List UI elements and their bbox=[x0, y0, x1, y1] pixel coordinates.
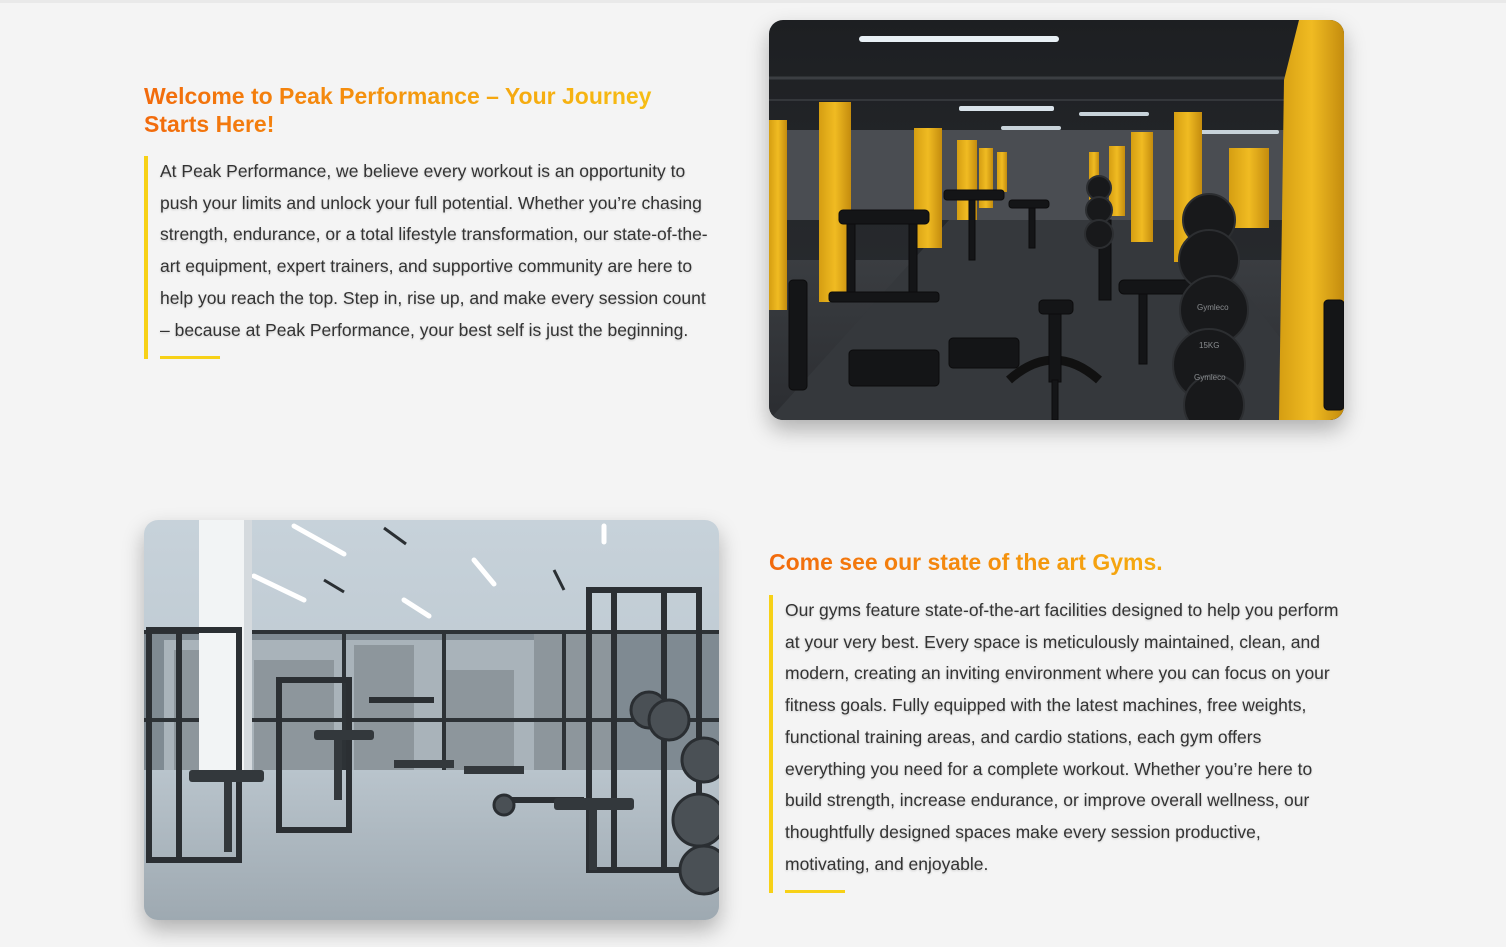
top-divider bbox=[0, 0, 1506, 3]
welcome-paragraph: At Peak Performance, we believe every wo… bbox=[160, 161, 708, 340]
svg-text:15KG: 15KG bbox=[1199, 341, 1219, 350]
svg-text:Gymleco: Gymleco bbox=[1197, 303, 1229, 312]
gyms-paragraph: Our gyms feature state-of-the-art facili… bbox=[785, 600, 1339, 874]
accent-underline bbox=[160, 356, 220, 360]
welcome-text-block: At Peak Performance, we believe every wo… bbox=[144, 156, 716, 360]
gyms-text-block: Our gyms feature state-of-the-art facili… bbox=[769, 595, 1345, 894]
gym-photo-bright-interior bbox=[144, 520, 719, 920]
gyms-section: Come see our state of the art Gyms. Our … bbox=[769, 548, 1349, 894]
welcome-heading: Welcome to Peak Performance – Your Journ… bbox=[144, 82, 704, 138]
gym-photo-dark-interior: Gymleco 15KG Gymleco bbox=[769, 20, 1344, 420]
gyms-heading: Come see our state of the art Gyms. bbox=[769, 548, 1349, 576]
svg-text:Gymleco: Gymleco bbox=[1194, 373, 1226, 382]
welcome-section: Welcome to Peak Performance – Your Journ… bbox=[144, 82, 724, 360]
accent-underline bbox=[785, 890, 845, 894]
